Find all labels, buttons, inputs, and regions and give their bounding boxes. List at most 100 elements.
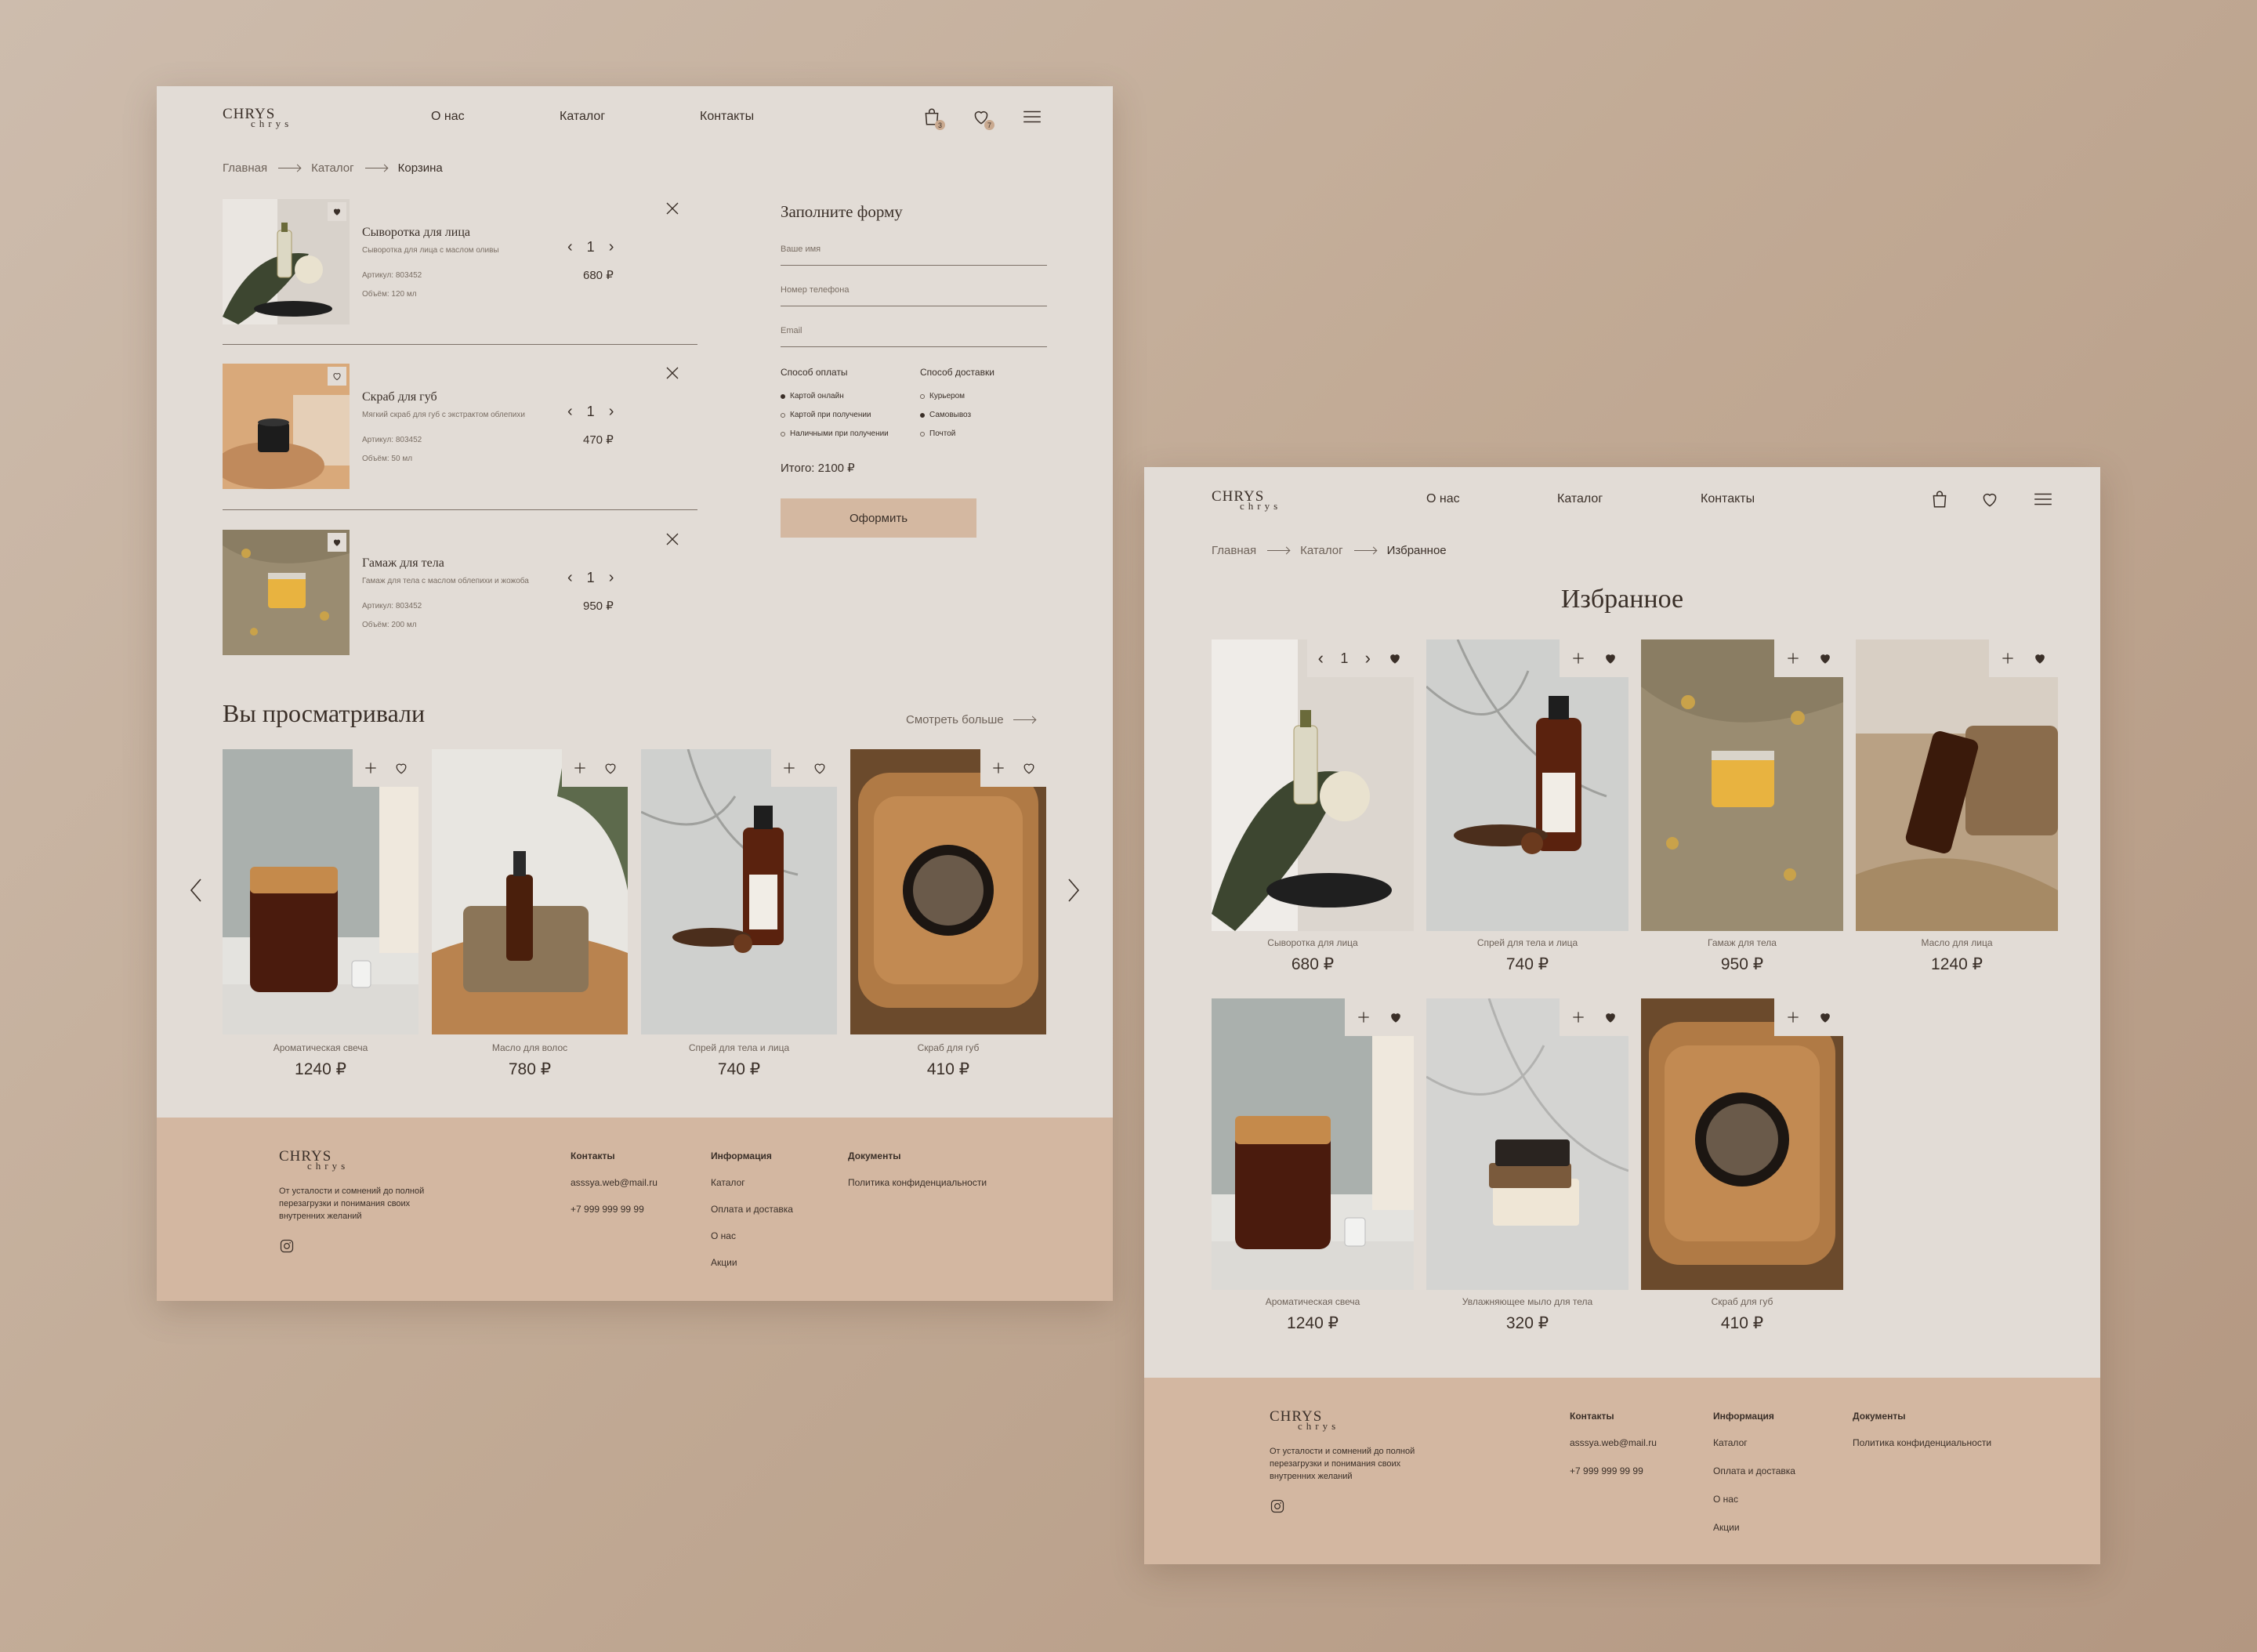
instagram-icon[interactable] — [279, 1238, 295, 1254]
footer-logo[interactable]: CHRYS chrys — [279, 1149, 349, 1171]
favorites-button[interactable]: 7 — [968, 103, 994, 130]
remove-item-icon[interactable] — [663, 199, 682, 218]
submit-order-button[interactable]: Оформить — [781, 498, 976, 538]
footer-logo[interactable]: CHRYS chrys — [1270, 1409, 1339, 1431]
remove-item-icon[interactable] — [663, 364, 682, 382]
decrease-button[interactable]: ‹ — [567, 403, 573, 421]
menu-button[interactable] — [1019, 103, 1045, 130]
footer-link[interactable]: Акции — [711, 1257, 737, 1268]
favorites-button[interactable] — [1976, 486, 2003, 513]
item-price: 950 ₽ — [583, 600, 614, 613]
decrease-button[interactable]: ‹ — [567, 238, 573, 256]
footer-link[interactable]: Оплата и доставка — [711, 1204, 793, 1215]
breadcrumb-catalog[interactable]: Каталог — [311, 161, 354, 175]
footer-link[interactable]: Оплата и доставка — [1713, 1465, 1795, 1476]
hamburger-icon — [1023, 110, 1041, 123]
favorite-button[interactable] — [1387, 650, 1403, 666]
product-card[interactable]: Скраб для губ 410 ₽ — [1641, 998, 1843, 1343]
decrease-button[interactable]: ‹ — [567, 569, 573, 587]
name-field[interactable]: Ваше имя — [781, 240, 1047, 266]
nav-contacts[interactable]: Контакты — [1701, 492, 1755, 506]
breadcrumb-home[interactable]: Главная — [223, 161, 267, 175]
product-card[interactable]: Гамаж для тела 950 ₽ — [1641, 639, 1843, 984]
favorite-button[interactable] — [812, 760, 828, 776]
footer-email[interactable]: asssya.web@mail.ru — [1570, 1437, 1657, 1448]
add-to-cart-button[interactable] — [1570, 1009, 1586, 1025]
add-to-cart-button[interactable] — [1785, 1009, 1801, 1025]
logo[interactable]: CHRYS chrys — [223, 107, 292, 129]
favorite-toggle[interactable] — [328, 533, 346, 552]
increase-button[interactable]: › — [1365, 648, 1371, 668]
increase-button[interactable]: › — [609, 569, 614, 587]
favorite-button[interactable] — [1817, 650, 1833, 666]
footer-privacy-link[interactable]: Политика конфиденциальности — [1853, 1437, 1991, 1448]
logo-line2: chrys — [1298, 1420, 1340, 1432]
increase-button[interactable]: › — [609, 403, 614, 421]
delivery-option[interactable]: Почтой — [920, 429, 955, 438]
add-to-cart-button[interactable] — [572, 760, 588, 776]
footer-link[interactable]: Каталог — [711, 1177, 745, 1188]
cart-button[interactable]: 3 — [918, 103, 945, 130]
delivery-option[interactable]: Курьером — [920, 392, 965, 400]
nav-catalog[interactable]: Каталог — [560, 110, 605, 124]
footer-privacy-link[interactable]: Политика конфиденциальности — [848, 1177, 987, 1188]
footer-phone[interactable]: +7 999 999 99 99 — [1570, 1465, 1643, 1476]
carousel-prev-icon[interactable] — [185, 875, 208, 906]
favorite-button[interactable] — [393, 760, 409, 776]
logo[interactable]: CHRYS chrys — [1212, 489, 1281, 511]
favorite-button[interactable] — [1817, 1009, 1833, 1025]
product-card[interactable]: Ароматическая свеча 1240 ₽ — [223, 749, 418, 1094]
nav-about[interactable]: О нас — [1426, 492, 1460, 506]
favorite-button[interactable] — [1603, 650, 1618, 666]
email-field[interactable]: Email — [781, 321, 1047, 347]
product-card[interactable]: Спрей для тела и лица 740 ₽ — [1426, 639, 1628, 984]
footer-link[interactable]: Акции — [1713, 1522, 1740, 1533]
add-to-cart-button[interactable] — [2000, 650, 2016, 666]
product-card[interactable]: Скраб для губ 410 ₽ — [850, 749, 1046, 1094]
product-card[interactable]: Масло для волос 780 ₽ — [432, 749, 628, 1094]
favorite-button[interactable] — [1021, 760, 1037, 776]
favorite-button[interactable] — [1603, 1009, 1618, 1025]
footer-phone[interactable]: +7 999 999 99 99 — [571, 1204, 644, 1215]
favorite-button[interactable] — [1388, 1009, 1404, 1025]
delivery-option[interactable]: Самовывоз — [920, 411, 971, 419]
remove-item-icon[interactable] — [663, 530, 682, 549]
nav-catalog[interactable]: Каталог — [1557, 492, 1603, 506]
footer-link[interactable]: О нас — [711, 1230, 736, 1241]
cart-button[interactable] — [1926, 486, 1953, 513]
breadcrumb-catalog[interactable]: Каталог — [1300, 544, 1343, 557]
add-to-cart-button[interactable] — [1785, 650, 1801, 666]
instagram-icon[interactable] — [1270, 1498, 1285, 1514]
favorite-button[interactable] — [603, 760, 618, 776]
product-card[interactable]: Увлажняющее мыло для тела 320 ₽ — [1426, 998, 1628, 1343]
favorite-toggle[interactable] — [328, 202, 346, 221]
favorite-button[interactable] — [2032, 650, 2048, 666]
phone-field[interactable]: Номер телефона — [781, 281, 1047, 306]
product-card[interactable]: Спрей для тела и лица 740 ₽ — [641, 749, 837, 1094]
footer-link[interactable]: Каталог — [1713, 1437, 1748, 1448]
footer-email[interactable]: asssya.web@mail.ru — [571, 1177, 658, 1188]
add-to-cart-button[interactable] — [1356, 1009, 1371, 1025]
product-card[interactable]: ‹ 1 › Сыворотка для лица 680 ₽ — [1212, 639, 1414, 984]
nav-contacts[interactable]: Контакты — [700, 110, 754, 124]
menu-button[interactable] — [2030, 486, 2056, 513]
breadcrumb-home[interactable]: Главная — [1212, 544, 1256, 557]
plus-icon — [574, 763, 585, 773]
payment-option[interactable]: Картой онлайн — [781, 392, 844, 400]
product-image-serum — [1212, 639, 1414, 931]
add-to-cart-button[interactable] — [781, 760, 797, 776]
carousel-next-icon[interactable] — [1061, 875, 1085, 906]
add-to-cart-button[interactable] — [1570, 650, 1586, 666]
payment-option[interactable]: Наличными при получении — [781, 429, 889, 438]
footer-link[interactable]: О нас — [1713, 1494, 1738, 1505]
increase-button[interactable]: › — [609, 238, 614, 256]
add-to-cart-button[interactable] — [363, 760, 379, 776]
favorite-toggle[interactable] — [328, 367, 346, 386]
decrease-button[interactable]: ‹ — [1318, 648, 1324, 668]
product-card[interactable]: Ароматическая свеча 1240 ₽ — [1212, 998, 1414, 1343]
payment-option[interactable]: Картой при получении — [781, 411, 871, 419]
see-more-link[interactable]: Смотреть больше — [906, 713, 1035, 726]
product-card[interactable]: Масло для лица 1240 ₽ — [1856, 639, 2058, 984]
add-to-cart-button[interactable] — [991, 760, 1006, 776]
nav-about[interactable]: О нас — [431, 110, 465, 124]
